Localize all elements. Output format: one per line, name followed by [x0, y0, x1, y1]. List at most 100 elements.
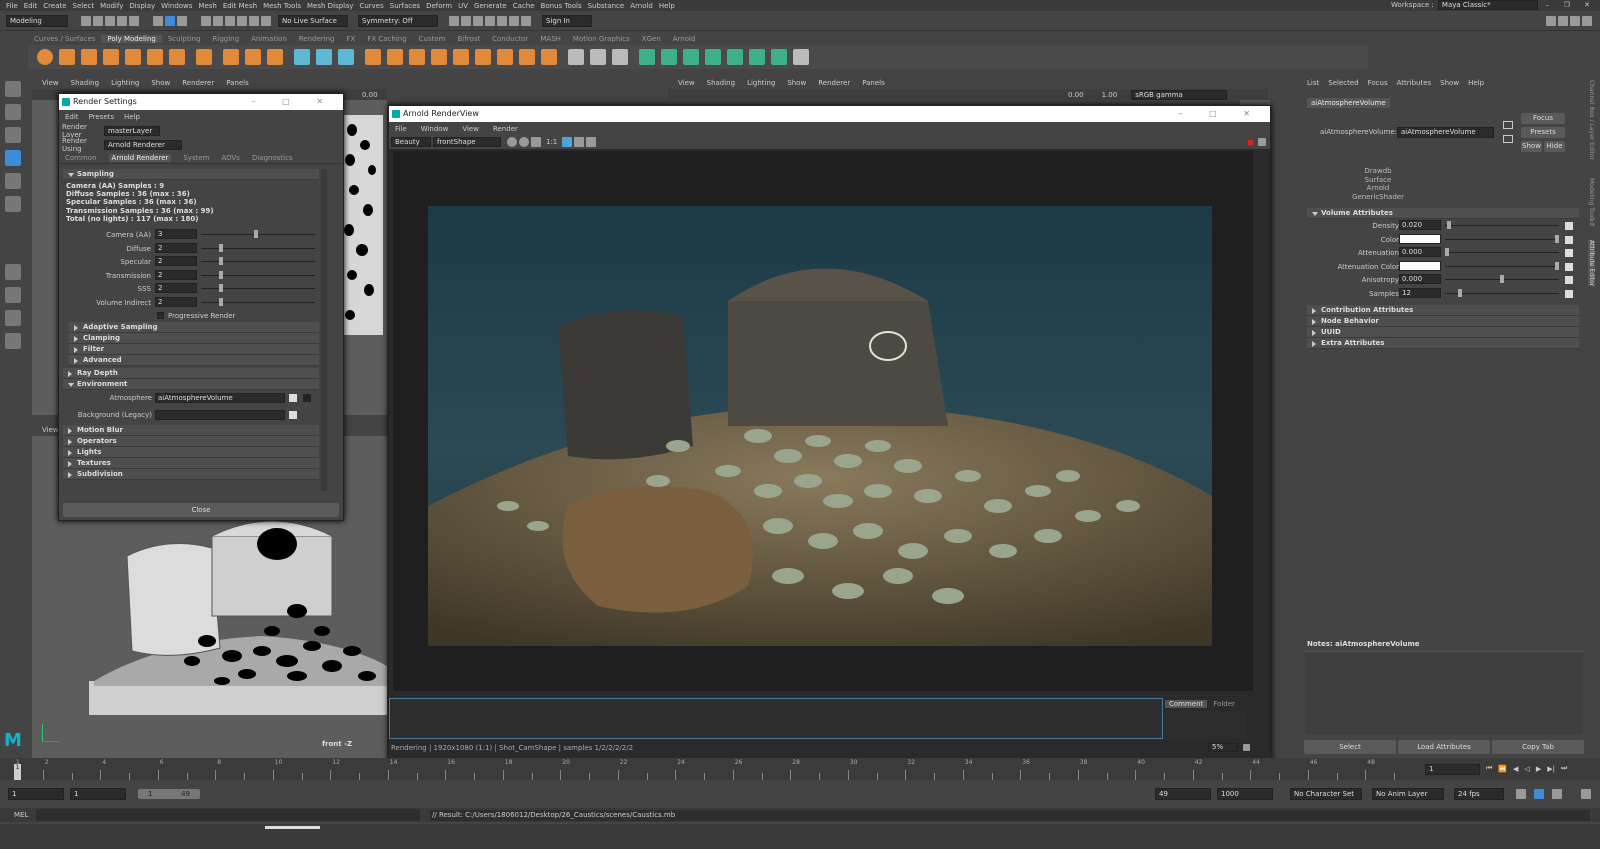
- rs-tab-system[interactable]: System: [183, 154, 209, 162]
- attr-slider-handle[interactable]: [254, 230, 258, 239]
- filter-section[interactable]: Filter: [69, 343, 319, 355]
- rotate-tool-icon[interactable]: [5, 173, 21, 189]
- ae-menu-focus[interactable]: Focus: [1368, 79, 1388, 87]
- command-input[interactable]: [36, 809, 420, 821]
- ae-menu-list[interactable]: List: [1307, 79, 1319, 87]
- menu-surfaces[interactable]: Surfaces: [390, 2, 420, 10]
- window-controls[interactable]: – ❐ ✕: [1546, 1, 1596, 9]
- rs-menu-presets[interactable]: Presets: [89, 113, 114, 121]
- map-button-icon[interactable]: [1565, 262, 1573, 271]
- attr-slider-handle[interactable]: [1445, 248, 1449, 257]
- menu-substance[interactable]: Substance: [588, 2, 625, 10]
- command-language[interactable]: MEL: [14, 811, 28, 819]
- attr-slider-handle[interactable]: [219, 270, 223, 279]
- attr-slider[interactable]: [1445, 252, 1559, 254]
- attr-slider[interactable]: [1445, 238, 1559, 240]
- smooth-icon[interactable]: [338, 49, 354, 65]
- atmosphere-field[interactable]: aiAtmosphereVolume: [155, 392, 285, 403]
- show-button[interactable]: Show: [1521, 141, 1542, 152]
- step-back-key-icon[interactable]: ⏪: [1498, 765, 1507, 773]
- arnold-pause-icon[interactable]: [521, 16, 531, 26]
- progressive-checkbox[interactable]: [157, 312, 164, 320]
- attr-field[interactable]: 12: [1399, 287, 1441, 298]
- outliner-layout-icon[interactable]: [5, 333, 21, 349]
- menu-windows[interactable]: Windows: [161, 2, 192, 10]
- map-button-icon[interactable]: [289, 393, 297, 402]
- snapshot-icon[interactable]: [574, 137, 585, 147]
- multi-cut-icon[interactable]: [568, 49, 584, 65]
- play-forward-icon[interactable]: ▶: [1536, 765, 1541, 773]
- operators-section[interactable]: Operators: [63, 435, 319, 447]
- prefs-icon[interactable]: [1581, 789, 1591, 799]
- attr-slider-handle[interactable]: [219, 297, 223, 306]
- comment-side-box[interactable]: [1165, 711, 1245, 739]
- color-space-dropdown[interactable]: sRGB gamma: [1131, 89, 1228, 100]
- single-layout-icon[interactable]: [5, 264, 21, 280]
- attr-color-swatch[interactable]: [1399, 260, 1441, 271]
- ae-menu-show[interactable]: Show: [1440, 79, 1459, 87]
- svg-tool-icon[interactable]: [267, 49, 283, 65]
- attr-slider-handle[interactable]: [219, 284, 223, 293]
- play-back-icon[interactable]: ◁: [1524, 765, 1529, 773]
- side-tab-modeling-toolkit[interactable]: Modeling Toolkit: [1588, 178, 1595, 226]
- side-tab-channel-box[interactable]: Channel Box / Layer Editor: [1588, 80, 1595, 160]
- vp-menu-view[interactable]: View: [42, 79, 59, 87]
- poly-disc-icon[interactable]: [169, 49, 185, 65]
- poly-torus-icon[interactable]: [125, 49, 141, 65]
- subdivision-section[interactable]: Subdivision: [63, 468, 319, 480]
- bridge-icon[interactable]: [475, 49, 491, 65]
- attr-slider-handle[interactable]: [1555, 261, 1559, 270]
- paint-select-tool-icon[interactable]: [5, 127, 21, 143]
- snap-surface-icon[interactable]: [249, 16, 259, 26]
- select-output-icon[interactable]: [1503, 135, 1513, 143]
- bevel-icon[interactable]: [519, 49, 535, 65]
- vp-menu-shading[interactable]: Shading: [71, 79, 99, 87]
- volume-attributes-section[interactable]: Volume Attributes: [1307, 208, 1579, 219]
- lights-section[interactable]: Lights: [63, 446, 319, 458]
- crop-icon[interactable]: [562, 137, 573, 147]
- textures-section[interactable]: Textures: [63, 457, 319, 469]
- menu-select[interactable]: Select: [73, 2, 95, 10]
- folder-tab[interactable]: Folder: [1213, 700, 1235, 708]
- uv-checker-icon[interactable]: [771, 49, 787, 65]
- separate-icon[interactable]: [316, 49, 332, 65]
- combine-icon[interactable]: [294, 49, 310, 65]
- exposure-slider-icon[interactable]: [586, 137, 597, 147]
- clamping-section[interactable]: Clamping: [69, 332, 319, 344]
- snap-point-icon[interactable]: [225, 16, 235, 26]
- exposure-field[interactable]: 0.00: [362, 91, 378, 99]
- attr-field[interactable]: 0.020: [1399, 220, 1441, 230]
- ratio-label[interactable]: 1:1: [546, 138, 557, 146]
- help-line-tab[interactable]: [265, 826, 320, 829]
- shelf-tab[interactable]: Curves / Surfaces: [28, 35, 101, 43]
- motion-blur-section[interactable]: Motion Blur: [63, 424, 319, 436]
- anim-prefs-icon[interactable]: [1552, 789, 1562, 799]
- window-buttons[interactable]: – □ ✕: [1179, 106, 1262, 122]
- rv-menu-view[interactable]: View: [462, 125, 479, 133]
- render-icon[interactable]: [507, 137, 517, 147]
- scale-tool-icon[interactable]: [5, 196, 21, 212]
- rs-scrollbar[interactable]: [321, 169, 327, 491]
- vp-menu-panels[interactable]: Panels: [226, 79, 249, 87]
- side-tab-attribute-editor[interactable]: Attribute Editor: [1588, 240, 1595, 287]
- anim-layer-dropdown[interactable]: No Anim Layer: [1372, 788, 1444, 800]
- move-tool-icon[interactable]: [5, 150, 21, 166]
- vp-menu-lighting[interactable]: Lighting: [111, 79, 139, 87]
- select-component-icon[interactable]: [177, 16, 187, 26]
- live-surface-field[interactable]: No Live Surface: [278, 15, 348, 27]
- render-settings-icon[interactable]: [485, 16, 495, 26]
- extra-attributes-section[interactable]: Extra Attributes: [1307, 337, 1579, 349]
- shelf-tab[interactable]: Bifrost: [452, 35, 487, 43]
- attr-slider[interactable]: [1445, 292, 1559, 294]
- step-forward-icon[interactable]: ▶|: [1547, 765, 1555, 773]
- ipr-render-icon[interactable]: [473, 16, 483, 26]
- render-sequence-icon[interactable]: [461, 16, 471, 26]
- render-using-dropdown[interactable]: Arnold Renderer: [104, 140, 182, 150]
- map-button-icon[interactable]: [1565, 289, 1573, 298]
- attr-field[interactable]: 2: [155, 269, 197, 280]
- render-frame-icon[interactable]: [449, 16, 459, 26]
- auto-key-icon[interactable]: [1534, 789, 1544, 799]
- vp-menu-lighting[interactable]: Lighting: [747, 79, 775, 87]
- ae-menu-help[interactable]: Help: [1468, 79, 1484, 87]
- four-layout-icon[interactable]: [5, 287, 21, 303]
